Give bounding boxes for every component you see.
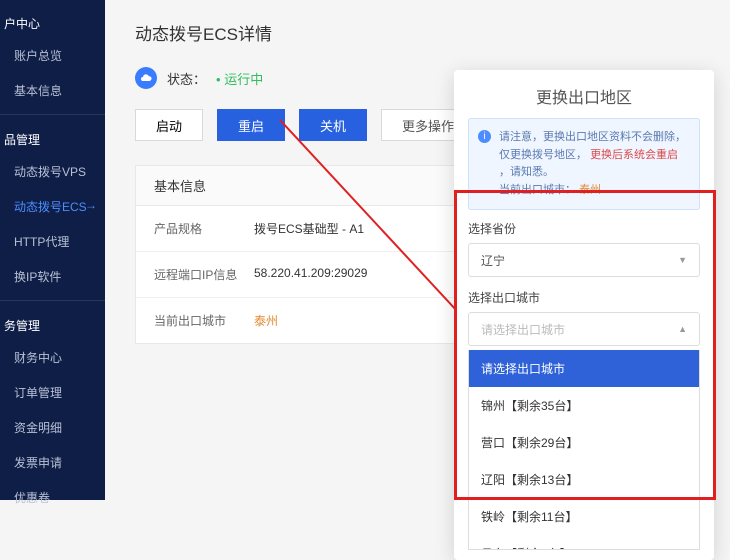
info-key: 远程端口IP信息	[154, 266, 254, 283]
sidebar-item[interactable]: HTTP代理	[0, 224, 105, 259]
sidebar-group-finance: 务管理	[0, 307, 105, 340]
sidebar-group-product: 品管理	[0, 121, 105, 154]
province-value: 辽宁	[481, 252, 505, 269]
divider	[0, 114, 105, 115]
info-icon: i	[478, 130, 491, 143]
sidebar-item[interactable]: 基本信息	[0, 73, 105, 108]
info-key: 当前出口城市	[154, 312, 254, 329]
notice-current-label: 当前出口城市：	[499, 184, 576, 196]
dropdown-option[interactable]: 铁岭【剩余11台】	[469, 498, 699, 535]
info-val: 58.220.41.209:29029	[254, 266, 367, 283]
sidebar: 户中心 账户总览基本信息 品管理 动态拨号VPS动态拨号ECSHTTP代理换IP…	[0, 0, 105, 500]
dropdown-option[interactable]: 辽阳【剩余13台】	[469, 461, 699, 498]
more-actions-label: 更多操作	[402, 116, 454, 135]
sidebar-item[interactable]: 动态拨号ECS	[0, 189, 105, 224]
dropdown-option[interactable]: 锦州【剩余35台】	[469, 387, 699, 424]
dropdown-option[interactable]: 丹东【剩余7台】	[469, 535, 699, 550]
restart-button[interactable]: 重启	[217, 109, 285, 141]
province-label: 选择省份	[468, 220, 700, 237]
info-val: 拨号ECS基础型 - A1	[254, 220, 364, 237]
dropdown-option[interactable]: 营口【剩余29台】	[469, 424, 699, 461]
shutdown-button[interactable]: 关机	[299, 109, 367, 141]
page-title: 动态拨号ECS详情	[135, 20, 700, 45]
status-label: 状态：	[167, 69, 206, 88]
sidebar-item[interactable]: 账户总览	[0, 38, 105, 73]
notice-warning: 更换后系统会重启	[590, 149, 678, 161]
notice-text: ，请知悉。	[499, 166, 554, 178]
notice-current-city: 泰州	[579, 184, 601, 196]
city-field: 选择出口城市 请选择出口城市 ▲	[468, 289, 700, 346]
status-value: 运行中	[216, 69, 263, 88]
sidebar-item[interactable]: 资金明细	[0, 410, 105, 445]
chevron-up-icon: ▲	[678, 324, 687, 334]
change-region-modal: 更换出口地区 i 请注意，更换出口地区资料不会删除，仅更换拨号地区， 更换后系统…	[454, 70, 714, 560]
sidebar-item[interactable]: 换IP软件	[0, 259, 105, 294]
province-select[interactable]: 辽宁 ▼	[468, 243, 700, 277]
sidebar-item[interactable]: 优惠卷	[0, 480, 105, 515]
province-field: 选择省份 辽宁 ▼	[468, 220, 700, 277]
start-button[interactable]: 启动	[135, 109, 203, 141]
sidebar-group-user: 户中心	[0, 5, 105, 38]
info-val: 泰州	[254, 312, 278, 329]
chevron-down-icon: ▼	[678, 255, 687, 265]
sidebar-item[interactable]: 动态拨号VPS	[0, 154, 105, 189]
info-key: 产品规格	[154, 220, 254, 237]
sidebar-item[interactable]: 订单管理	[0, 375, 105, 410]
city-dropdown[interactable]: 请选择出口城市锦州【剩余35台】营口【剩余29台】辽阳【剩余13台】铁岭【剩余1…	[468, 350, 700, 550]
city-select[interactable]: 请选择出口城市 ▲	[468, 312, 700, 346]
modal-title: 更换出口地区	[454, 70, 714, 118]
sidebar-item[interactable]: 发票申请	[0, 445, 105, 480]
modal-notice: i 请注意，更换出口地区资料不会删除，仅更换拨号地区， 更换后系统会重启 ，请知…	[468, 118, 700, 210]
divider	[0, 300, 105, 301]
sidebar-item[interactable]: 财务中心	[0, 340, 105, 375]
dropdown-option[interactable]: 请选择出口城市	[469, 350, 699, 387]
city-label: 选择出口城市	[468, 289, 700, 306]
cloud-icon	[135, 67, 157, 89]
city-placeholder: 请选择出口城市	[481, 321, 565, 338]
